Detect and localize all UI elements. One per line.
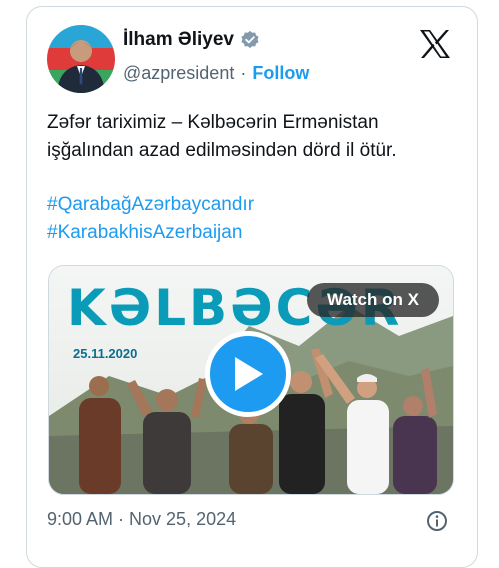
separator-dot: · bbox=[240, 63, 247, 83]
tweet-card[interactable]: İlham Əliyev @azpresident · Follow Zəfər… bbox=[26, 6, 478, 568]
tweet-timestamp[interactable]: 9:00 AM · Nov 25, 2024 bbox=[47, 509, 236, 530]
hashtag-link[interactable]: #QarabağAzərbaycandır bbox=[47, 191, 254, 219]
follow-button[interactable]: Follow bbox=[252, 63, 309, 84]
avatar[interactable] bbox=[47, 25, 115, 93]
x-logo-icon[interactable] bbox=[418, 29, 452, 59]
author-handle[interactable]: @azpresident bbox=[123, 63, 234, 84]
author-name[interactable]: İlham Əliyev bbox=[123, 29, 234, 51]
video-media[interactable]: KƏLBƏCƏR 25.11.2020 Watch on X bbox=[48, 265, 454, 495]
tweet-text: Zəfər tariximiz – Kəlbəcərin Ermənistan … bbox=[47, 112, 397, 161]
play-button[interactable] bbox=[205, 331, 291, 417]
watch-on-x-button[interactable]: Watch on X bbox=[307, 283, 439, 317]
verified-badge-icon bbox=[241, 30, 259, 49]
hashtag-list: #QarabağAzərbaycandır #KarabakhisAzerbai… bbox=[47, 191, 254, 247]
play-icon bbox=[235, 357, 263, 391]
hashtag-link[interactable]: #KarabakhisAzerbaijan bbox=[47, 219, 254, 247]
video-date: 25.11.2020 bbox=[73, 346, 138, 361]
info-icon[interactable] bbox=[426, 510, 448, 532]
